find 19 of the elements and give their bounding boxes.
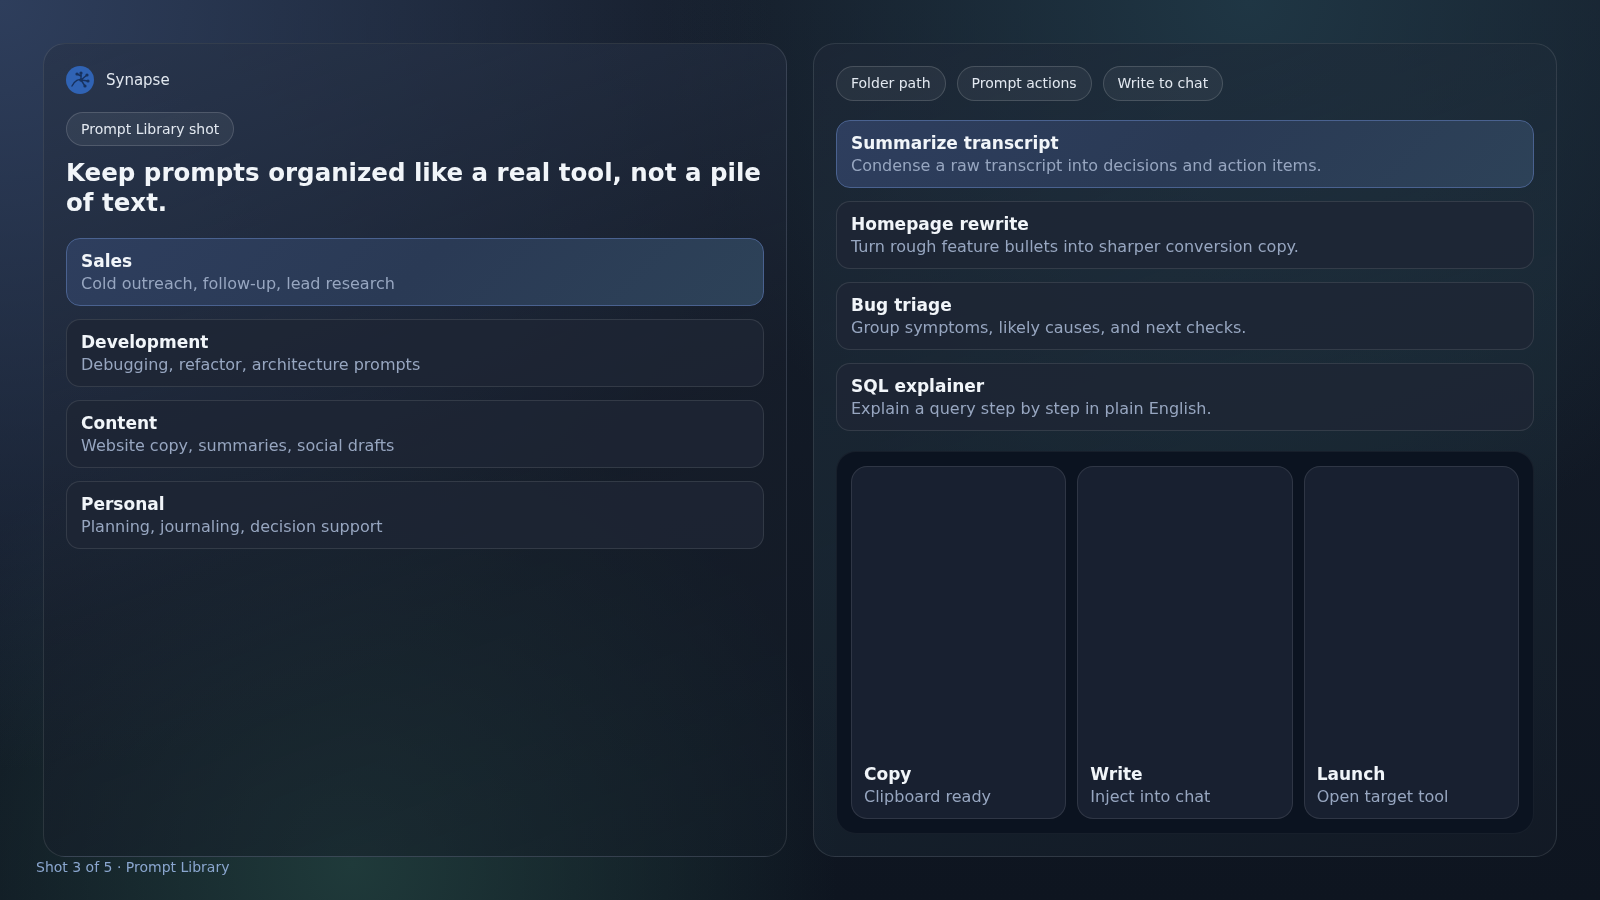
node-network-logo-icon <box>66 66 94 94</box>
footer-caption: Shot 3 of 5 · Prompt Library <box>36 859 230 875</box>
feature-tag: Folder path <box>836 66 946 101</box>
page-heading: Keep prompts organized like a real tool, not a pile of text. <box>66 158 762 218</box>
prompt-item[interactable]: Bug triage Group symptoms, likely causes, and next checks. <box>836 282 1534 350</box>
folder-item[interactable]: Content Website copy, summaries, social drafts <box>66 400 764 468</box>
action-tile[interactable]: Copy Clipboard ready <box>851 466 1067 819</box>
section-tag: Prompt Library shot <box>66 112 235 146</box>
action-tile[interactable]: Write Inject into chat <box>1077 466 1293 819</box>
folder-item[interactable]: Sales Cold outreach, follow-up, lead research <box>66 238 764 306</box>
feature-tag: Prompt actions <box>956 66 1092 101</box>
prompt-item[interactable]: Homepage rewrite Turn rough feature bullets into sharper conversion copy. <box>836 201 1534 269</box>
brand-name: Synapse <box>106 69 170 91</box>
action-tile[interactable]: Launch Open target tool <box>1303 466 1519 819</box>
folder-item[interactable]: Personal Planning, journaling, decision support <box>66 481 764 549</box>
prompt-item[interactable]: Summarize transcript Condense a raw transcript into decisions and action items. <box>836 120 1534 188</box>
folder-item[interactable]: Development Debugging, refactor, architecture prompts <box>66 319 764 387</box>
prompt-item[interactable]: SQL explainer Explain a query step by step in plain English. <box>836 363 1534 431</box>
feature-tag: Write to chat <box>1102 66 1224 101</box>
